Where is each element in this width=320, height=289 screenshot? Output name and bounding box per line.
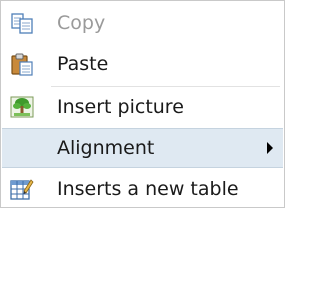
menu-item-alignment[interactable]: Alignment bbox=[2, 128, 283, 168]
insert-picture-icon bbox=[10, 95, 34, 119]
paste-icon bbox=[10, 52, 34, 76]
menu-item-label: Insert picture bbox=[57, 96, 184, 118]
menu-item-label: Copy bbox=[57, 12, 106, 34]
menu-item-insert-table[interactable]: Inserts a new table bbox=[2, 169, 283, 209]
menu-item-label: Inserts a new table bbox=[57, 178, 239, 200]
context-menu: Copy Paste Insert picture Alignment Inse… bbox=[0, 0, 285, 208]
menu-item-copy[interactable]: Copy bbox=[2, 3, 283, 43]
menu-item-label: Paste bbox=[57, 53, 109, 75]
menu-item-paste[interactable]: Paste bbox=[2, 44, 283, 84]
insert-table-icon bbox=[10, 177, 34, 201]
copy-icon bbox=[10, 11, 34, 35]
submenu-arrow-icon bbox=[267, 142, 273, 154]
menu-item-insert-picture[interactable]: Insert picture bbox=[2, 87, 283, 127]
menu-item-label: Alignment bbox=[57, 137, 155, 159]
